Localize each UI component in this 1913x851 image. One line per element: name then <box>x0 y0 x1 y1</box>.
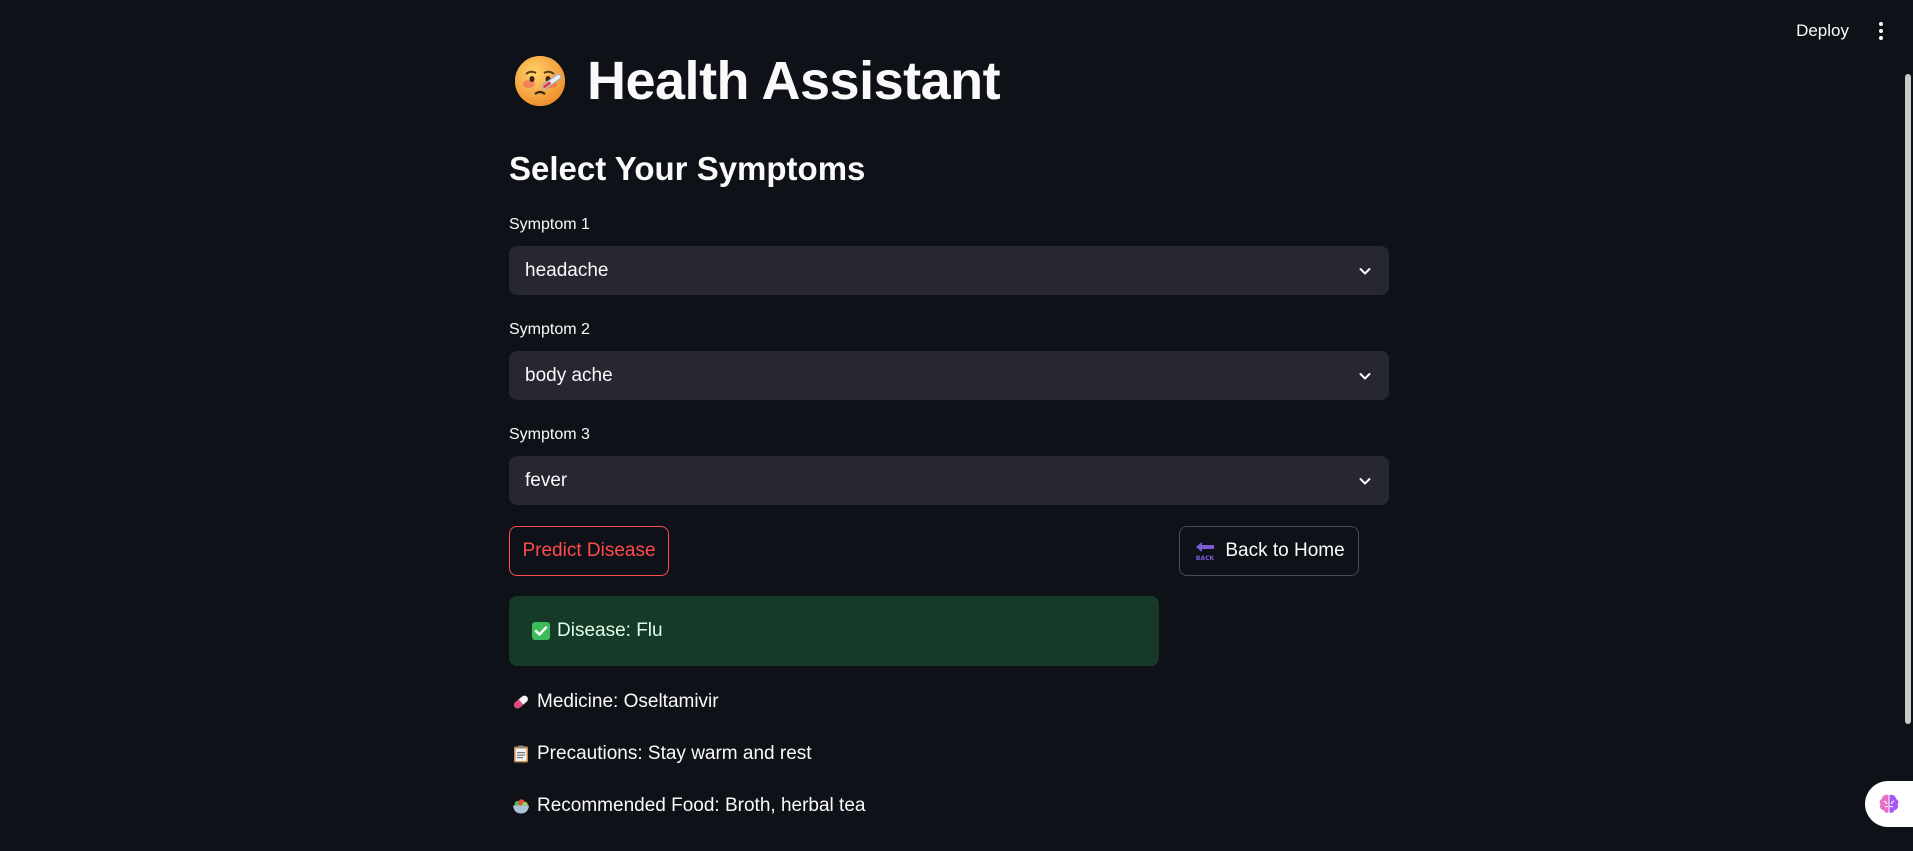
chevron-down-icon <box>1359 267 1371 274</box>
back-to-home-button[interactable]: BACK Back to Home <box>1179 526 1359 576</box>
assistant-widget-button[interactable] <box>1865 781 1913 827</box>
symptom-1-value: headache <box>525 259 609 281</box>
predict-disease-button[interactable]: Predict Disease <box>509 526 669 576</box>
back-arrow-icon: BACK <box>1196 542 1215 562</box>
symptom-2-label: Symptom 2 <box>509 321 590 338</box>
brain-icon <box>1879 794 1899 813</box>
disease-result-alert: Disease: Flu <box>509 596 1159 666</box>
symptom-3-value: fever <box>525 469 568 491</box>
food-text: Recommended Food: Broth, herbal tea <box>537 795 866 816</box>
symptom-1-select[interactable]: headache <box>509 246 1389 295</box>
section-title: Select Your Symptoms <box>509 150 866 187</box>
svg-text:BACK: BACK <box>1196 555 1215 562</box>
pill-icon <box>514 695 528 709</box>
disease-result-text: Disease: Flu <box>557 620 663 641</box>
chevron-down-icon <box>1359 477 1371 484</box>
symptom-2-select[interactable]: body ache <box>509 351 1389 400</box>
check-mark-icon <box>532 622 550 640</box>
back-to-home-label: Back to Home <box>1225 540 1345 561</box>
clipboard-icon <box>514 745 528 763</box>
food-line: Recommended Food: Broth, herbal tea <box>511 795 865 817</box>
toolbar: Deploy <box>1796 18 1887 44</box>
salad-bowl-icon <box>513 799 529 814</box>
app-root: Deploy Health Assistant Select Your Symp… <box>0 0 1913 851</box>
medicine-line: Medicine: Oseltamivir <box>511 691 719 713</box>
medicine-text: Medicine: Oseltamivir <box>537 691 719 712</box>
symptom-2-value: body ache <box>525 364 613 386</box>
page-header: Health Assistant <box>513 50 1001 112</box>
kebab-menu-icon[interactable] <box>1875 18 1887 44</box>
symptom-3-select[interactable]: fever <box>509 456 1389 505</box>
scrollbar-thumb[interactable] <box>1905 74 1911 724</box>
deploy-button[interactable]: Deploy <box>1796 21 1849 41</box>
scrollbar[interactable] <box>1904 0 1913 851</box>
sick-face-icon <box>515 56 565 106</box>
symptom-1-label: Symptom 1 <box>509 216 590 233</box>
page-title: Health Assistant <box>587 51 1001 111</box>
precautions-line: Precautions: Stay warm and rest <box>511 743 812 765</box>
precautions-text: Precautions: Stay warm and rest <box>537 743 812 764</box>
chevron-down-icon <box>1359 372 1371 379</box>
symptom-3-label: Symptom 3 <box>509 426 590 443</box>
